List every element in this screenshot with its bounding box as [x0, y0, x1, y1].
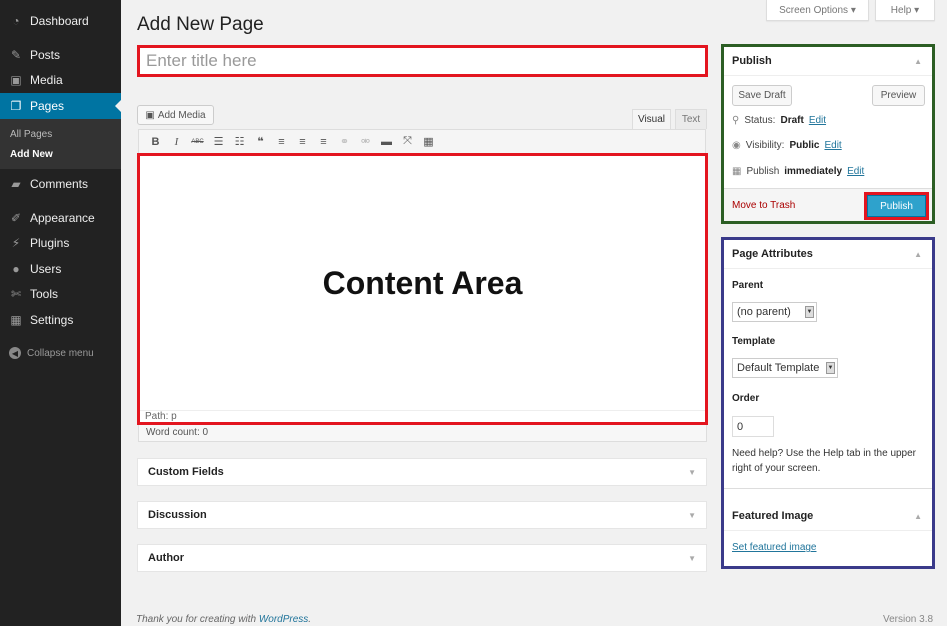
chevron-down-icon: ▼ — [688, 510, 696, 520]
chevron-up-icon: ▲ — [914, 56, 922, 66]
dashboard-icon: ◔ — [12, 14, 20, 28]
remove-link-button[interactable]: ⚮ — [357, 133, 374, 150]
align-right-button[interactable]: ≡ — [315, 133, 332, 150]
edit-publish-date-link[interactable]: Edit — [847, 166, 864, 177]
parent-select[interactable]: (no parent) ▼ — [732, 302, 817, 322]
template-label: Template — [732, 336, 776, 347]
edit-status-link[interactable]: Edit — [809, 115, 826, 126]
publish-box: Publish ▲ Save Draft Preview ⚲ Status: Draf… — [721, 44, 935, 224]
sidebar-item-media[interactable]: ▣ Media — [0, 67, 121, 93]
comment-icon: ▰ — [11, 177, 21, 191]
order-label: Order — [732, 393, 760, 404]
version-text: Version 3.8 — [883, 614, 934, 625]
align-left-button[interactable]: ≡ — [273, 133, 290, 150]
sidebar-item-pages[interactable]: ❐ Pages — [0, 93, 121, 119]
pages-icon: ❐ — [10, 99, 22, 113]
chevron-down-icon: ▾ — [914, 4, 920, 16]
publish-button-wrapper: Publish — [864, 192, 929, 220]
tab-visual[interactable]: Visual — [632, 109, 671, 129]
chevron-down-icon: ▾ — [850, 4, 856, 16]
read-more-button[interactable]: ▬ — [378, 133, 395, 150]
media-icon: ▣ — [145, 109, 155, 121]
preview-button[interactable]: Preview — [872, 85, 925, 106]
fullscreen-button[interactable]: ⤧ — [399, 133, 416, 150]
wrench-icon: ✄ — [10, 287, 22, 301]
collapse-arrow-icon: ◀ — [9, 347, 21, 359]
publish-button[interactable]: Publish — [867, 195, 926, 217]
plug-icon: ⚡ — [11, 236, 21, 250]
footer-credit: Thank you for creating with WordPress. — [136, 614, 312, 625]
chevron-down-icon: ▼ — [805, 306, 814, 318]
sidebar-item-appearance[interactable]: ✐ Appearance — [0, 205, 121, 231]
align-center-button[interactable]: ≡ — [294, 133, 311, 150]
screen-options-button[interactable]: Screen Options ▾ — [766, 0, 869, 21]
sidebar-item-posts[interactable]: ✎ Posts — [0, 42, 121, 68]
blockquote-button[interactable]: ❝ — [252, 133, 269, 150]
active-menu-arrow — [115, 99, 122, 113]
set-featured-image-link[interactable]: Set featured image — [732, 542, 817, 553]
insert-link-button[interactable]: ⚭ — [336, 133, 353, 150]
move-to-trash-link[interactable]: Move to Trash — [732, 200, 795, 211]
pin-icon: ⚲ — [732, 115, 740, 126]
toolbar-toggle-button[interactable]: ▦ — [420, 133, 437, 150]
author-box[interactable]: Author ▼ — [137, 544, 707, 572]
sidebar-item-plugins[interactable]: ⚡ Plugins — [0, 230, 121, 256]
calendar-icon: ▦ — [732, 166, 742, 177]
chevron-down-icon: ▼ — [688, 553, 696, 563]
template-select[interactable]: Default Template ▼ — [732, 358, 838, 378]
media-icon: ▣ — [10, 73, 22, 87]
divider — [724, 488, 932, 489]
page-attributes-header[interactable]: Page Attributes ▲ — [724, 240, 932, 269]
brush-icon: ✐ — [10, 211, 22, 225]
sidebar-item-users[interactable]: ● Users — [0, 256, 121, 282]
edit-visibility-link[interactable]: Edit — [824, 140, 841, 151]
add-media-button[interactable]: ▣ Add Media — [137, 105, 214, 125]
sidebar-item-tools[interactable]: ✄ Tools — [0, 281, 121, 307]
help-text: Need help? Use the Help tab in the upper… — [732, 448, 917, 474]
tab-text[interactable]: Text — [675, 109, 707, 129]
content-area-wrapper: Content Area Path: p — [137, 153, 708, 425]
editor-toolbar: B I ABC ☰ ☷ ❝ ≡ ≡ ≡ ⚭ ⚮ ▬ ⤧ ▦ — [138, 129, 706, 153]
page-attributes-box: Page Attributes ▲ Parent (no parent) ▼ Tem… — [721, 237, 935, 569]
chevron-up-icon: ▲ — [914, 511, 922, 521]
title-field-wrapper — [137, 45, 708, 77]
help-button[interactable]: Help ▾ — [875, 0, 935, 21]
discussion-box[interactable]: Discussion ▼ — [137, 501, 707, 529]
content-area-label: Content Area — [322, 264, 523, 301]
sidebar-item-settings[interactable]: ▦ Settings — [0, 307, 121, 333]
admin-sidebar: ◔ Dashboard ✎ Posts ▣ Media ❐ Pages All Page… — [0, 0, 122, 626]
submenu-all-pages[interactable]: All Pages — [10, 129, 52, 140]
sidebar-item-dashboard[interactable]: ◔ Dashboard — [0, 8, 121, 34]
publish-box-header[interactable]: Publish ▲ — [724, 47, 932, 76]
numbered-list-button[interactable]: ☷ — [231, 133, 248, 150]
pages-submenu: All Pages Add New — [0, 119, 121, 169]
settings-icon: ▦ — [10, 313, 22, 327]
sidebar-item-comments[interactable]: ▰ Comments — [0, 171, 121, 197]
order-input[interactable] — [732, 416, 774, 437]
word-count: Word count: 0 — [138, 425, 707, 442]
eye-icon: ◉ — [732, 140, 741, 151]
strikethrough-button[interactable]: ABC — [189, 133, 206, 150]
custom-fields-box[interactable]: Custom Fields ▼ — [137, 458, 707, 486]
editor-path: Path: p — [140, 410, 705, 422]
chevron-up-icon: ▲ — [914, 249, 922, 259]
chevron-down-icon: ▼ — [826, 362, 835, 374]
chevron-down-icon: ▼ — [688, 467, 696, 477]
parent-label: Parent — [732, 280, 764, 291]
title-input[interactable] — [140, 48, 705, 74]
wordpress-link[interactable]: WordPress — [259, 614, 308, 625]
content-editor[interactable]: Content Area — [140, 156, 705, 410]
page-title: Add New Page — [137, 14, 264, 35]
user-icon: ● — [12, 262, 20, 276]
italic-button[interactable]: I — [168, 133, 185, 150]
save-draft-button[interactable]: Save Draft — [732, 85, 792, 106]
featured-image-header[interactable]: Featured Image ▲ — [724, 502, 932, 531]
bold-button[interactable]: B — [147, 133, 164, 150]
submenu-add-new[interactable]: Add New — [10, 149, 53, 160]
pin-icon: ✎ — [10, 48, 22, 62]
publish-actions: Move to Trash Publish — [724, 188, 932, 221]
bulleted-list-button[interactable]: ☰ — [210, 133, 227, 150]
collapse-menu-button[interactable]: ◀ Collapse menu — [0, 342, 121, 364]
